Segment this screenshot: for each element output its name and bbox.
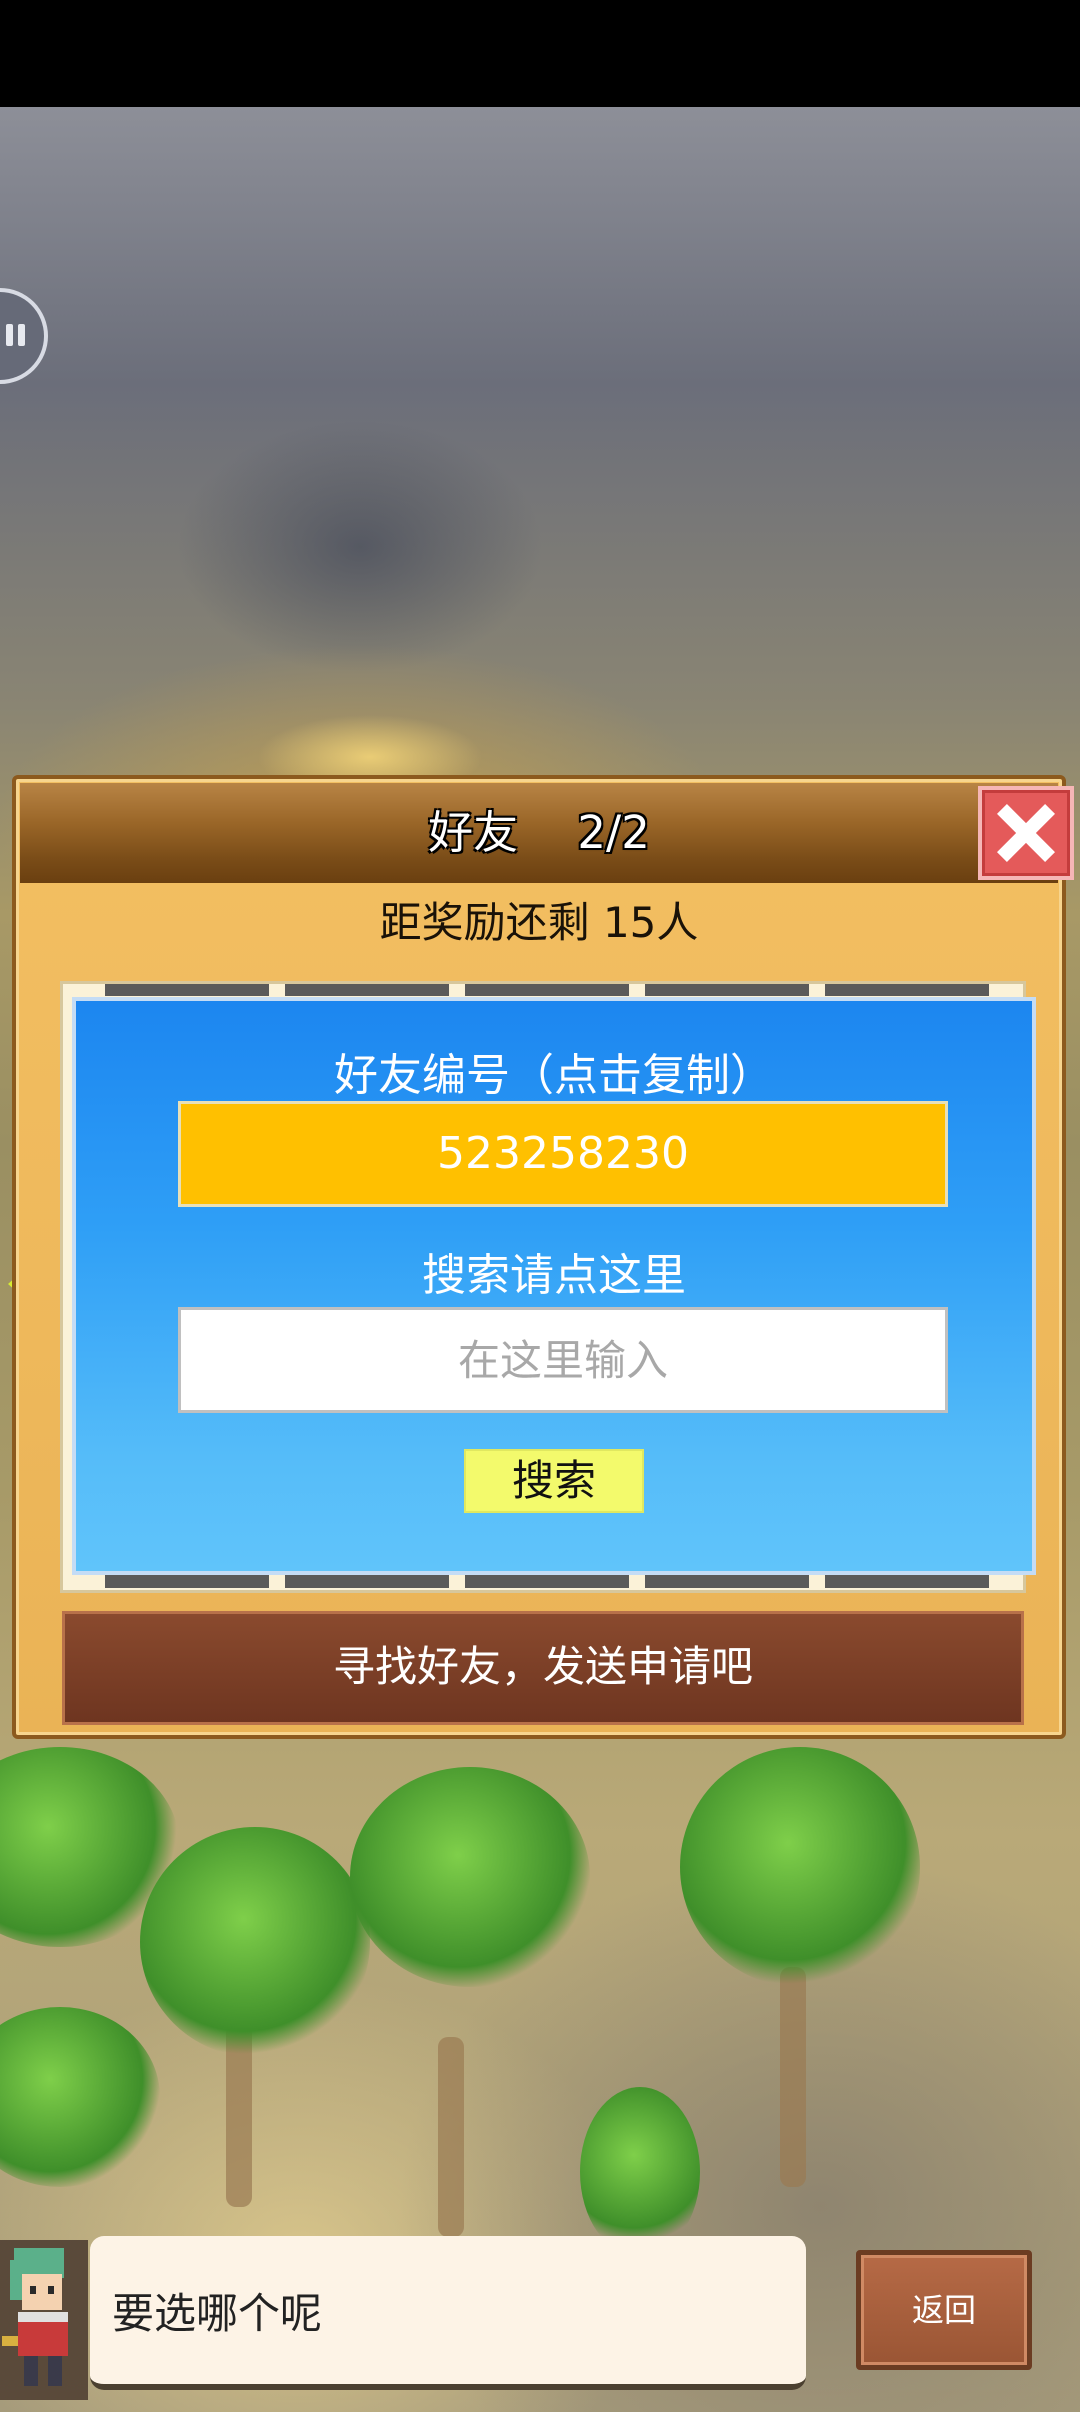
- character-avatar: [0, 2240, 88, 2400]
- friend-id-copy-button[interactable]: 523258230: [178, 1101, 948, 1207]
- slot-strip: [285, 984, 449, 996]
- game-screen: 好友 2/2 距奖励还剩 15人 好友编号（点击复制） 523258230 搜索…: [0, 0, 1080, 2412]
- slot-strip: [825, 984, 989, 996]
- message-box: 要选哪个呢: [90, 2236, 806, 2390]
- tree-trunk: [438, 2037, 464, 2237]
- reward-remaining-text: 距奖励还剩 15人: [379, 898, 699, 947]
- tree: [350, 1767, 590, 1987]
- slot-strip: [645, 984, 809, 996]
- dialog-title: 好友 2/2: [428, 806, 650, 859]
- back-button[interactable]: 返回: [856, 2250, 1032, 2370]
- close-button[interactable]: [978, 786, 1074, 880]
- tree-trunk: [780, 1967, 806, 2187]
- search-input[interactable]: [178, 1307, 948, 1413]
- status-bar: [0, 0, 1080, 107]
- tree: [140, 1827, 370, 2057]
- search-label: 搜索请点这里: [422, 1250, 686, 1301]
- slot-strip: [465, 984, 629, 996]
- tree: [0, 2007, 160, 2187]
- send-request-bar[interactable]: 寻找好友，发送申请吧: [62, 1611, 1024, 1725]
- friend-search-panel: 好友编号（点击复制） 523258230 搜索请点这里 搜索: [72, 997, 1036, 1575]
- search-button[interactable]: 搜索: [464, 1449, 644, 1513]
- friend-id-label: 好友编号（点击复制）: [334, 1050, 774, 1101]
- dialog-header: 好友 2/2: [20, 783, 1058, 883]
- slot-strip: [105, 984, 269, 996]
- friends-dialog: 好友 2/2 距奖励还剩 15人 好友编号（点击复制） 523258230 搜索…: [12, 775, 1074, 1739]
- tree: [580, 2087, 700, 2257]
- tree: [680, 1747, 920, 1987]
- message-text: 要选哪个呢: [112, 2289, 323, 2338]
